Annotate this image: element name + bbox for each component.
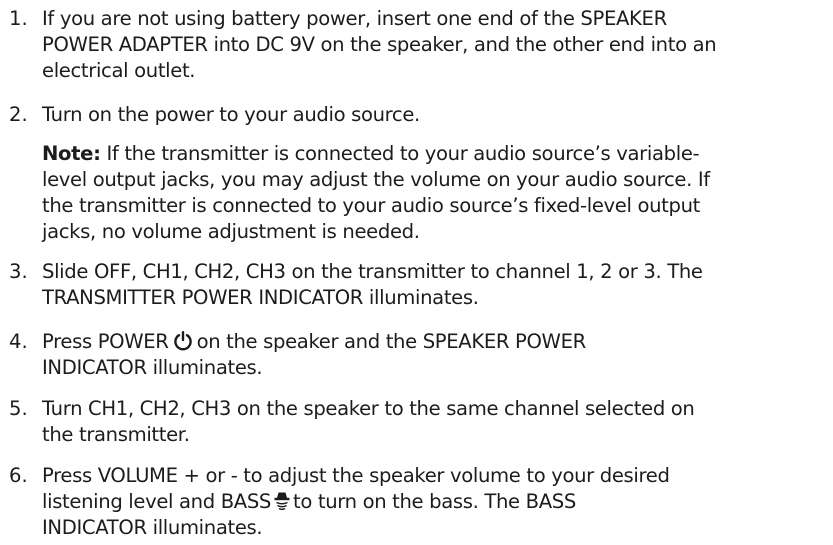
step-number: 5. [9,397,28,420]
step-text: If you are not using battery power, inse… [42,7,667,30]
step-text: INDICATOR illuminates. [42,356,263,379]
step-text: electrical outlet. [42,59,196,82]
step-text: Press POWER on the speaker and the SPEAKE… [42,329,586,355]
step-text: Press VOLUME + or - to adjust the speake… [42,464,670,487]
bass-icon [272,491,292,511]
step-text: Slide OFF, CH1, CH2, CH3 on the transmit… [42,260,703,283]
note-text: level output jacks, you may adjust the v… [42,168,710,191]
step-number: 4. [9,330,28,353]
step-text-segment: Press POWER [42,330,169,353]
note-text: the transmitter is connected to your aud… [42,194,700,217]
step-text: listening level and BASS to turn on the b… [42,489,576,515]
step-text: TRANSMITTER POWER INDICATOR illuminates. [42,286,479,309]
note-first-line: Note: If the transmitter is connected to… [42,141,700,167]
step-text: POWER ADAPTER into DC 9V on the speaker,… [42,33,717,56]
step-number: 1. [9,7,28,30]
step-number: 6. [9,464,28,487]
step-text: Turn CH1, CH2, CH3 on the speaker to the… [42,397,695,420]
step-number: 2. [9,103,28,126]
instruction-page: 1. If you are not using battery power, i… [0,0,833,545]
note-text: jacks, no volume adjustment is needed. [42,220,420,243]
note-label: Note: [42,142,101,165]
step-text-segment: listening level and BASS [42,490,272,513]
power-icon [172,330,194,352]
step-text: Turn on the power to your audio source. [42,103,420,126]
step-text-segment: to turn on the bass. The BASS [293,490,576,513]
note-text: If the transmitter is connected to your … [100,142,700,165]
step-text: INDICATOR illuminates. [42,516,263,539]
step-text: the transmitter. [42,423,190,446]
step-number: 3. [9,260,28,283]
step-text-segment: on the speaker and the SPEAKER POWER [196,330,587,353]
